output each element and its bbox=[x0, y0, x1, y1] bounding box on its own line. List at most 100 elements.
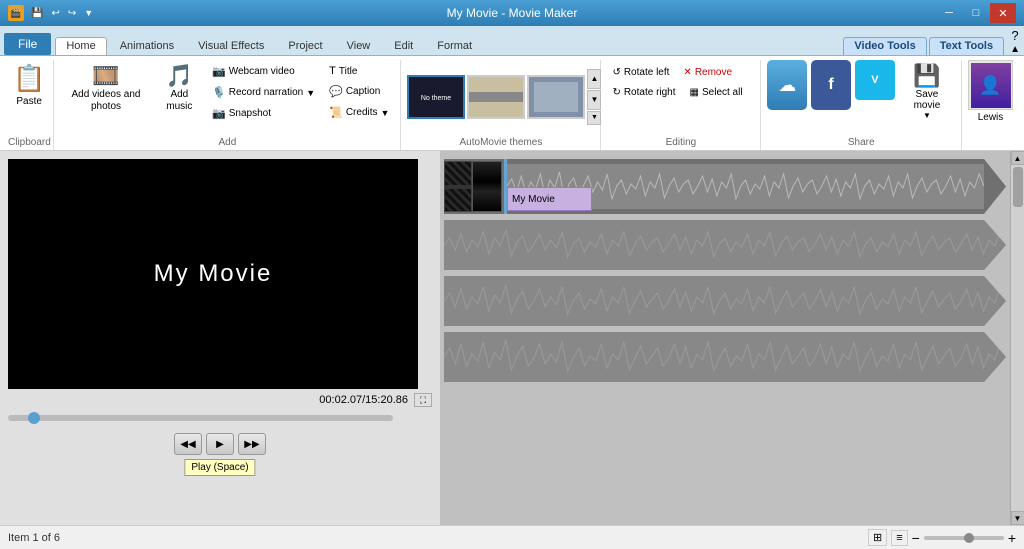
timeline-tracks: My Movie bbox=[440, 151, 1006, 525]
add-videos-icon: 🎞️ bbox=[92, 63, 119, 89]
onedrive-button[interactable]: ☁ bbox=[767, 60, 807, 110]
credits-button[interactable]: 📜 Credits ▼ bbox=[324, 103, 394, 122]
maximize-btn[interactable]: □ bbox=[963, 3, 989, 23]
ribbon-collapse-btn[interactable]: ▲ bbox=[1010, 44, 1020, 55]
zoom-out-btn[interactable]: − bbox=[912, 530, 920, 546]
minimize-btn[interactable]: ─ bbox=[936, 3, 962, 23]
snapshot-icon: 📷 bbox=[212, 107, 226, 120]
tab-video-tools[interactable]: Video Tools bbox=[843, 37, 926, 55]
select-all-icon: ▦ bbox=[690, 87, 699, 98]
title-clip-text: My Movie bbox=[512, 194, 555, 205]
add-videos-button[interactable]: 🎞️ Add videos and photos bbox=[60, 60, 151, 116]
tab-format[interactable]: Format bbox=[426, 37, 483, 55]
profile-avatar[interactable]: 👤 bbox=[968, 60, 1013, 110]
record-narration-button[interactable]: 🎙️ Record narration ▼ bbox=[207, 83, 320, 102]
add-music-button[interactable]: 🎵 Add music bbox=[156, 60, 203, 116]
file-tab[interactable]: File bbox=[4, 33, 51, 55]
theme-cinematic[interactable] bbox=[467, 75, 525, 119]
credits-icon: 📜 bbox=[329, 106, 343, 119]
svg-text:No theme: No theme bbox=[421, 95, 451, 102]
zoom-slider[interactable] bbox=[924, 536, 1004, 540]
clipboard-items: 📋 Paste bbox=[8, 60, 50, 133]
webcam-icon: 📷 bbox=[212, 65, 226, 78]
share-label: Share bbox=[767, 133, 955, 150]
remove-button[interactable]: ✕ Remove bbox=[678, 64, 737, 81]
vimeo-button[interactable]: V bbox=[855, 60, 895, 100]
facebook-button[interactable]: f bbox=[811, 60, 851, 110]
preview-panel: My Movie 00:02.07/15:20.86 ⛶ ◀◀ ▶ ▶▶ Pla… bbox=[0, 151, 440, 525]
window-title: My Movie - Movie Maker bbox=[447, 6, 578, 20]
tab-project[interactable]: Project bbox=[277, 37, 333, 55]
status-right: ⊞ ≡ − + bbox=[868, 529, 1016, 546]
title-icon: T bbox=[329, 65, 336, 77]
ribbon-help-btn[interactable]: ? bbox=[1010, 28, 1020, 43]
add-items: 🎞️ Add videos and photos 🎵 Add music 📷 W… bbox=[60, 60, 394, 133]
preview-title: My Movie bbox=[154, 260, 273, 288]
video-clip-2[interactable] bbox=[472, 161, 502, 212]
tab-home[interactable]: Home bbox=[55, 37, 106, 55]
save-quick-btn[interactable]: 💾 bbox=[28, 7, 46, 20]
video-clip-1[interactable] bbox=[444, 161, 472, 212]
select-all-button[interactable]: ▦ Select all bbox=[685, 84, 748, 101]
scroll-up-btn[interactable]: ▲ bbox=[1011, 151, 1024, 165]
profile-name: Lewis bbox=[978, 112, 1004, 123]
scroll-thumb[interactable] bbox=[1013, 167, 1023, 207]
main-content: My Movie 00:02.07/15:20.86 ⛶ ◀◀ ▶ ▶▶ Pla… bbox=[0, 151, 1024, 525]
paste-button[interactable]: 📋 Paste bbox=[8, 60, 50, 110]
rotate-right-icon: ↻ bbox=[612, 87, 620, 98]
seek-bar[interactable] bbox=[8, 415, 393, 421]
themes-group: No theme ▲ ▼ ▼ AutoMovie themes bbox=[401, 60, 601, 150]
themes-menu[interactable]: ▼ bbox=[587, 111, 601, 125]
add-group: 🎞️ Add videos and photos 🎵 Add music 📷 W… bbox=[54, 60, 401, 150]
tab-edit[interactable]: Edit bbox=[383, 37, 424, 55]
save-movie-button[interactable]: 💾 Save movie ▼ bbox=[899, 60, 955, 123]
rotate-left-icon: ↺ bbox=[612, 67, 620, 78]
themes-label: AutoMovie themes bbox=[407, 133, 594, 150]
customize-quick-btn[interactable]: ▼ bbox=[81, 7, 96, 19]
tab-text-tools[interactable]: Text Tools bbox=[929, 37, 1004, 55]
seek-thumb[interactable] bbox=[28, 412, 40, 424]
rotate-right-button[interactable]: ↻ Rotate right bbox=[607, 84, 680, 101]
forward-btn[interactable]: ▶▶ bbox=[238, 433, 266, 455]
play-btn[interactable]: ▶ bbox=[206, 433, 234, 455]
track-1: My Movie bbox=[444, 159, 1006, 214]
tab-animations[interactable]: Animations bbox=[109, 37, 185, 55]
record-dropdown-arrow[interactable]: ▼ bbox=[306, 88, 315, 98]
close-btn[interactable]: ✕ bbox=[990, 3, 1016, 23]
storyboard-view-btn[interactable]: ⊞ bbox=[868, 529, 887, 546]
add-label: Add bbox=[60, 133, 394, 150]
editing-label: Editing bbox=[607, 133, 754, 150]
status-bar: Item 1 of 6 ⊞ ≡ − + bbox=[0, 525, 1024, 549]
profile-group: 👤 Lewis bbox=[962, 60, 1022, 150]
clipboard-group: 📋 Paste Clipboard bbox=[2, 60, 54, 150]
zoom-in-btn[interactable]: + bbox=[1008, 530, 1016, 546]
tab-visual-effects[interactable]: Visual Effects bbox=[187, 37, 275, 55]
scroll-down-btn[interactable]: ▼ bbox=[1011, 511, 1024, 525]
window-controls: ─ □ ✕ bbox=[936, 3, 1016, 23]
record-icon: 🎙️ bbox=[212, 86, 226, 99]
snapshot-button[interactable]: 📷 Snapshot bbox=[207, 104, 320, 123]
timeline-panel: My Movie bbox=[440, 151, 1024, 525]
redo-quick-btn[interactable]: ↪ bbox=[65, 7, 79, 20]
rewind-btn[interactable]: ◀◀ bbox=[174, 433, 202, 455]
theme-blank[interactable]: No theme bbox=[407, 75, 465, 119]
credits-dropdown-arrow[interactable]: ▼ bbox=[381, 108, 390, 118]
timeline-view-btn[interactable]: ≡ bbox=[891, 530, 907, 546]
theme-contemporary[interactable] bbox=[527, 75, 585, 119]
title-button[interactable]: T Title bbox=[324, 62, 394, 80]
zoom-thumb[interactable] bbox=[964, 533, 974, 543]
title-bar: 🎬 💾 ↩ ↪ ▼ My Movie - Movie Maker ─ □ ✕ bbox=[0, 0, 1024, 26]
expand-preview-btn[interactable]: ⛶ bbox=[414, 393, 432, 407]
tab-view[interactable]: View bbox=[336, 37, 382, 55]
themes-scroll-up[interactable]: ▲ bbox=[587, 69, 601, 89]
rotate-left-button[interactable]: ↺ Rotate left bbox=[607, 64, 674, 81]
editing-group: ↺ Rotate left ✕ Remove ↻ Rotate right ▦ … bbox=[601, 60, 761, 150]
track-4 bbox=[444, 332, 1006, 382]
status-item-count: Item 1 of 6 bbox=[8, 532, 60, 544]
title-bar-left: 🎬 💾 ↩ ↪ ▼ bbox=[8, 5, 96, 21]
title-clip[interactable]: My Movie bbox=[507, 187, 592, 211]
undo-quick-btn[interactable]: ↩ bbox=[48, 7, 62, 20]
caption-button[interactable]: 💬 Caption bbox=[324, 82, 394, 101]
themes-scroll-down[interactable]: ▼ bbox=[587, 90, 601, 110]
webcam-video-button[interactable]: 📷 Webcam video bbox=[207, 62, 320, 81]
